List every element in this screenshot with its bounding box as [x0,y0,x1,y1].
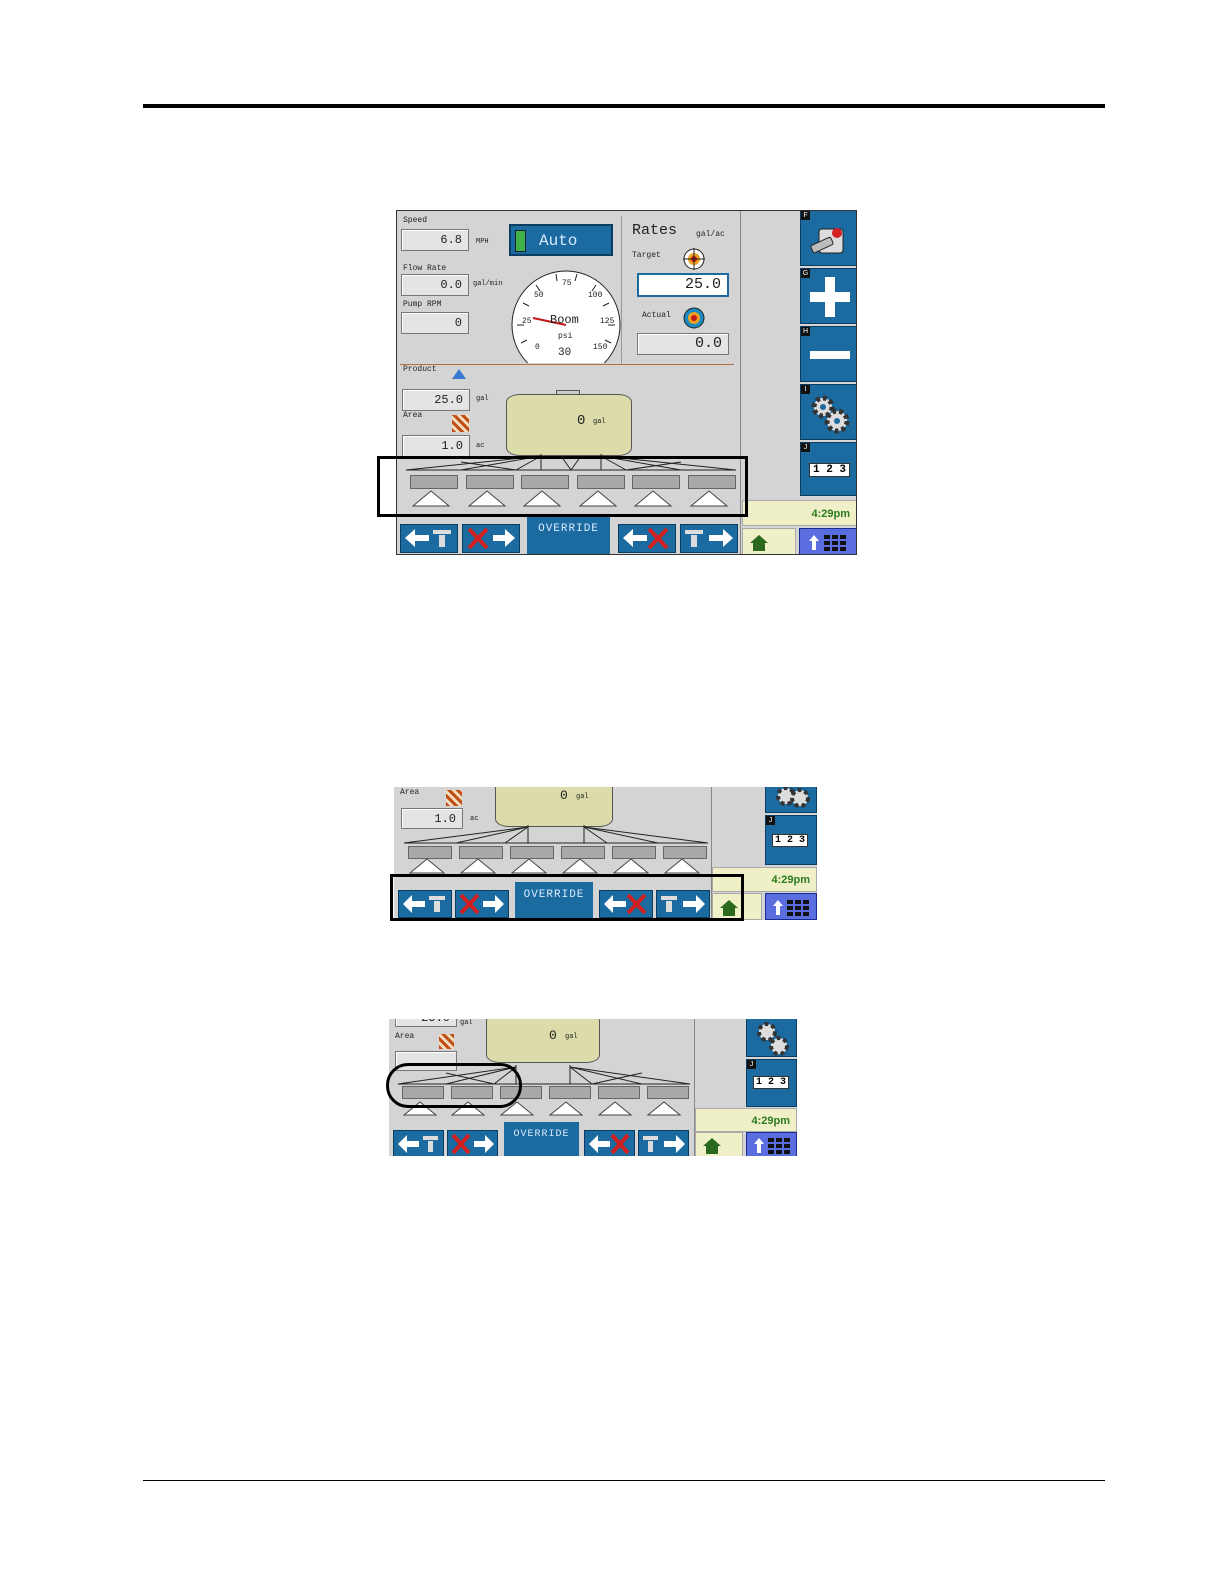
product-unit: gal [460,1019,473,1027]
boom-section-1[interactable] [408,846,452,859]
tank: 0 gal [486,1019,600,1063]
arrow-left-boom-icon [398,1135,438,1153]
boom-section-5[interactable] [612,846,656,859]
menu-button[interactable] [765,893,817,920]
keypad-button[interactable]: J 1 2 3 [746,1059,797,1107]
menu-grid-icon [773,900,809,916]
keypad-icon: 1 2 3 [772,834,809,847]
boom-section-5[interactable] [598,1086,640,1099]
home-icon [703,1138,721,1154]
home-button[interactable] [695,1132,743,1156]
sections-off-left-button[interactable] [584,1130,635,1156]
override-button[interactable]: OVERRIDE [504,1122,579,1156]
sections-callout-oval [386,1063,522,1108]
tank: 0 gal [495,787,613,827]
tank-unit: gal [565,1033,578,1041]
off-arrow-right-icon [451,1133,494,1155]
keypad-icon: 1 2 3 [753,1076,790,1089]
boom-section-4[interactable] [549,1086,591,1099]
menu-button[interactable] [746,1132,797,1156]
keypad-button[interactable]: J 1 2 3 [765,815,817,865]
boom-section-2[interactable] [459,846,503,859]
boom-section-6[interactable] [663,846,707,859]
fkey-j: J [766,816,775,825]
all-sections-right-on-button[interactable] [638,1130,689,1156]
area-label: Area [395,1032,415,1041]
product-field: 25.0 [395,1019,457,1027]
area-icon [439,1034,454,1049]
area-unit: ac [470,815,479,823]
tank-value: 0 [560,788,568,803]
tank-unit: gal [576,793,589,801]
footer-rule [143,1480,1105,1481]
fkey-j: J [747,1060,756,1069]
bottom-bar-callout-rectangle [390,874,744,921]
arrow-left-off-icon [589,1133,630,1155]
boom-section-4[interactable] [561,846,605,859]
boom-section-3[interactable] [510,846,554,859]
area-icon [446,790,462,806]
settings-button[interactable] [746,1019,797,1057]
gears-icon [776,787,810,808]
settings-button[interactable] [765,787,817,813]
header-rule [143,104,1105,108]
sections-off-right-button[interactable] [447,1130,498,1156]
gears-icon [757,1022,789,1056]
tank-value: 0 [549,1028,557,1043]
menu-grid-icon [754,1138,790,1154]
boom-section-6[interactable] [647,1086,689,1099]
boom-callout-rectangle [377,456,748,517]
boom-arrow-right-icon [643,1135,685,1153]
all-sections-left-on-button[interactable] [393,1130,444,1156]
clock: 4:29pm [695,1108,797,1132]
area-label: Area [400,788,420,797]
